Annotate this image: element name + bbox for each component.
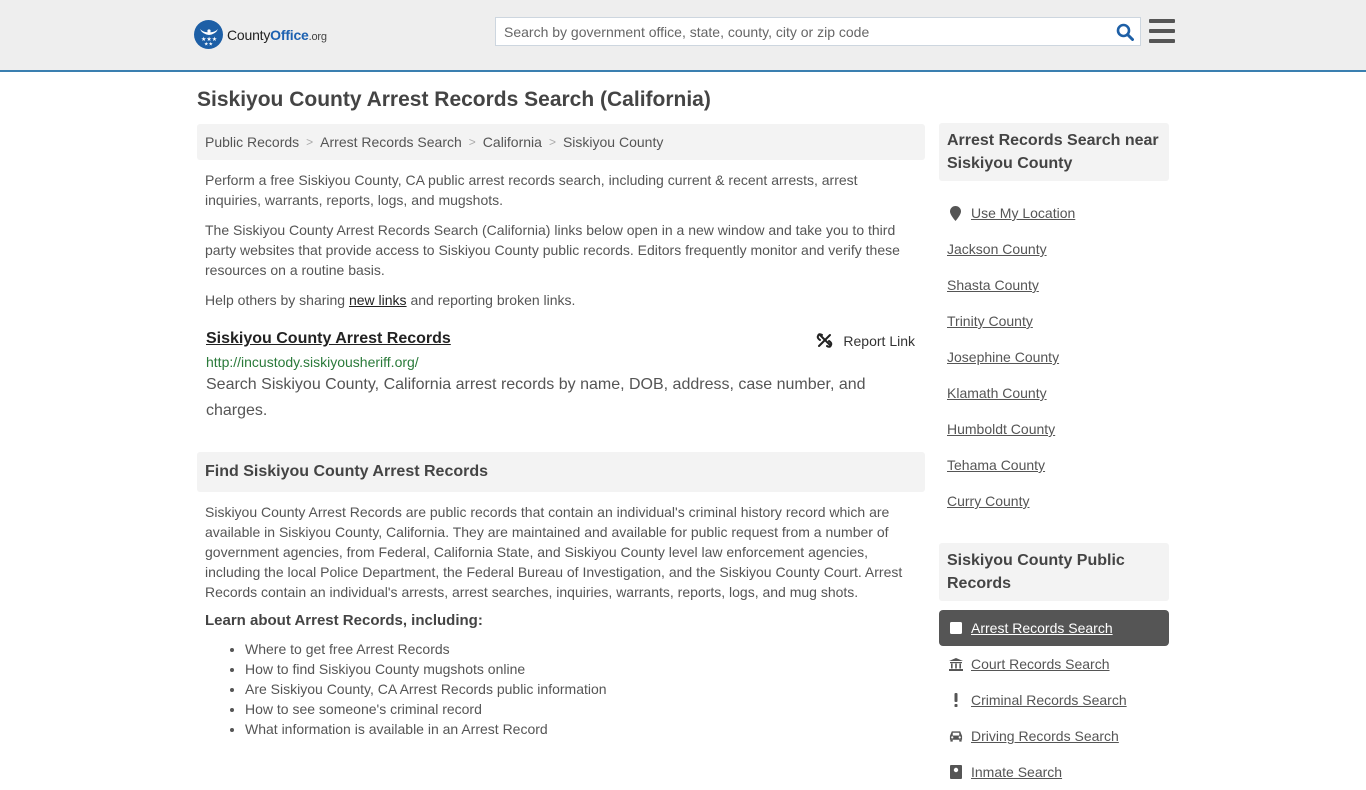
inmate-icon (949, 765, 963, 779)
learn-about-list: Where to get free Arrest Records How to … (197, 639, 925, 739)
arrest-records-search-link[interactable]: Arrest Records Search (971, 620, 1113, 636)
site-logo[interactable]: ★★★ ★★ CountyOffice.org (194, 20, 327, 49)
eagle-logo-icon: ★★★ ★★ (194, 20, 223, 49)
square-icon (949, 622, 963, 634)
broken-link-icon (817, 333, 833, 348)
nearby-county-link[interactable]: Jackson County (947, 241, 1047, 257)
public-records-heading: Siskiyou County Public Records (939, 543, 1169, 601)
breadcrumb-california[interactable]: California (483, 134, 542, 150)
logo-text-office: Office (270, 26, 309, 43)
list-item: How to find Siskiyou County mugshots onl… (245, 659, 925, 679)
nearby-county-item: Shasta County (939, 267, 1169, 303)
find-records-body: Siskiyou County Arrest Records are publi… (205, 504, 903, 600)
public-records-item-inmate[interactable]: Inmate Search (939, 754, 1169, 790)
public-records-item-court[interactable]: Court Records Search (939, 646, 1169, 682)
breadcrumb-separator: > (306, 135, 314, 149)
logo-text-county: County (227, 26, 271, 43)
nearby-heading: Arrest Records Search near Siskiyou Coun… (939, 123, 1169, 181)
breadcrumb-siskiyou-county[interactable]: Siskiyou County (563, 134, 663, 150)
nearby-county-link[interactable]: Josephine County (947, 349, 1059, 365)
result-description: Search Siskiyou County, California arres… (206, 376, 866, 419)
nearby-county-item: Humboldt County (939, 411, 1169, 447)
report-link-label: Report Link (843, 332, 915, 349)
nearby-county-link[interactable]: Tehama County (947, 457, 1045, 473)
nearby-counties-list: Use My Location Jackson County Shasta Co… (939, 195, 1169, 519)
criminal-records-search-link[interactable]: Criminal Records Search (971, 692, 1127, 708)
nearby-county-item: Josephine County (939, 339, 1169, 375)
exclamation-icon (949, 693, 963, 707)
result-title-link[interactable]: Siskiyou County Arrest Records (206, 330, 451, 348)
intro-paragraph-disclaimer: The Siskiyou County Arrest Records Searc… (205, 222, 900, 278)
map-marker-icon (947, 205, 963, 221)
nearby-county-link[interactable]: Humboldt County (947, 421, 1055, 437)
car-icon (949, 730, 963, 742)
learn-about-heading: Learn about Arrest Records, including: (205, 612, 483, 629)
list-item: How to see someone's criminal record (245, 699, 925, 719)
nearby-county-link[interactable]: Klamath County (947, 385, 1047, 401)
search-bar (495, 17, 1141, 46)
find-records-heading: Find Siskiyou County Arrest Records (197, 452, 925, 492)
nearby-county-item: Tehama County (939, 447, 1169, 483)
public-records-item-criminal[interactable]: Criminal Records Search (939, 682, 1169, 718)
nearby-county-item: Jackson County (939, 231, 1169, 267)
share-text-after: and reporting broken links. (406, 292, 576, 308)
page-title: Siskiyou County Arrest Records Search (C… (197, 88, 711, 111)
breadcrumb-separator: > (468, 135, 476, 149)
result-url: http://incustody.siskiyousheriff.org/ (206, 354, 419, 370)
logo-text-org: .org (308, 30, 327, 43)
logo-wordmark: CountyOffice.org (227, 27, 327, 43)
report-link-button[interactable]: Report Link (816, 332, 915, 349)
court-records-search-link[interactable]: Court Records Search (971, 656, 1110, 672)
sidebar: Arrest Records Search near Siskiyou Coun… (939, 123, 1169, 790)
nearby-county-link[interactable]: Shasta County (947, 277, 1039, 293)
breadcrumb: Public Records > Arrest Records Search >… (197, 124, 925, 160)
nearby-county-item: Klamath County (939, 375, 1169, 411)
share-text-before: Help others by sharing (205, 292, 349, 308)
intro-section: Perform a free Siskiyou County, CA publi… (197, 170, 925, 310)
breadcrumb-arrest-records-search[interactable]: Arrest Records Search (320, 134, 462, 150)
courthouse-icon (949, 657, 963, 671)
search-button[interactable] (1110, 18, 1140, 45)
main-content: Public Records > Arrest Records Search >… (197, 124, 925, 739)
search-icon (1116, 23, 1134, 41)
list-item: Are Siskiyou County, CA Arrest Records p… (245, 679, 925, 699)
site-header: ★★★ ★★ CountyOffice.org (0, 0, 1366, 72)
new-links-link[interactable]: new links (349, 292, 407, 308)
use-location-item: Use My Location (939, 195, 1169, 231)
inmate-search-link[interactable]: Inmate Search (971, 764, 1062, 780)
nearby-county-link[interactable]: Trinity County (947, 313, 1033, 329)
public-records-list: Arrest Records Search Court Records Sear… (939, 610, 1169, 790)
share-links-paragraph: Help others by sharing new links and rep… (197, 290, 925, 310)
result-listing: Siskiyou County Arrest Records Report Li… (197, 330, 925, 424)
public-records-item-driving[interactable]: Driving Records Search (939, 718, 1169, 754)
public-records-item-arrest[interactable]: Arrest Records Search (939, 610, 1169, 646)
nearby-county-item: Curry County (939, 483, 1169, 519)
intro-paragraph: Perform a free Siskiyou County, CA publi… (205, 172, 858, 208)
list-item: What information is available in an Arre… (245, 719, 925, 739)
nearby-county-item: Trinity County (939, 303, 1169, 339)
use-my-location-link[interactable]: Use My Location (971, 205, 1075, 221)
search-input[interactable] (496, 18, 1110, 45)
svg-text:★★: ★★ (204, 41, 213, 46)
breadcrumb-public-records[interactable]: Public Records (205, 134, 299, 150)
nearby-county-link[interactable]: Curry County (947, 493, 1029, 509)
hamburger-menu-icon[interactable] (1149, 19, 1175, 43)
list-item: Where to get free Arrest Records (245, 639, 925, 659)
driving-records-search-link[interactable]: Driving Records Search (971, 728, 1119, 744)
breadcrumb-separator: > (548, 135, 556, 149)
